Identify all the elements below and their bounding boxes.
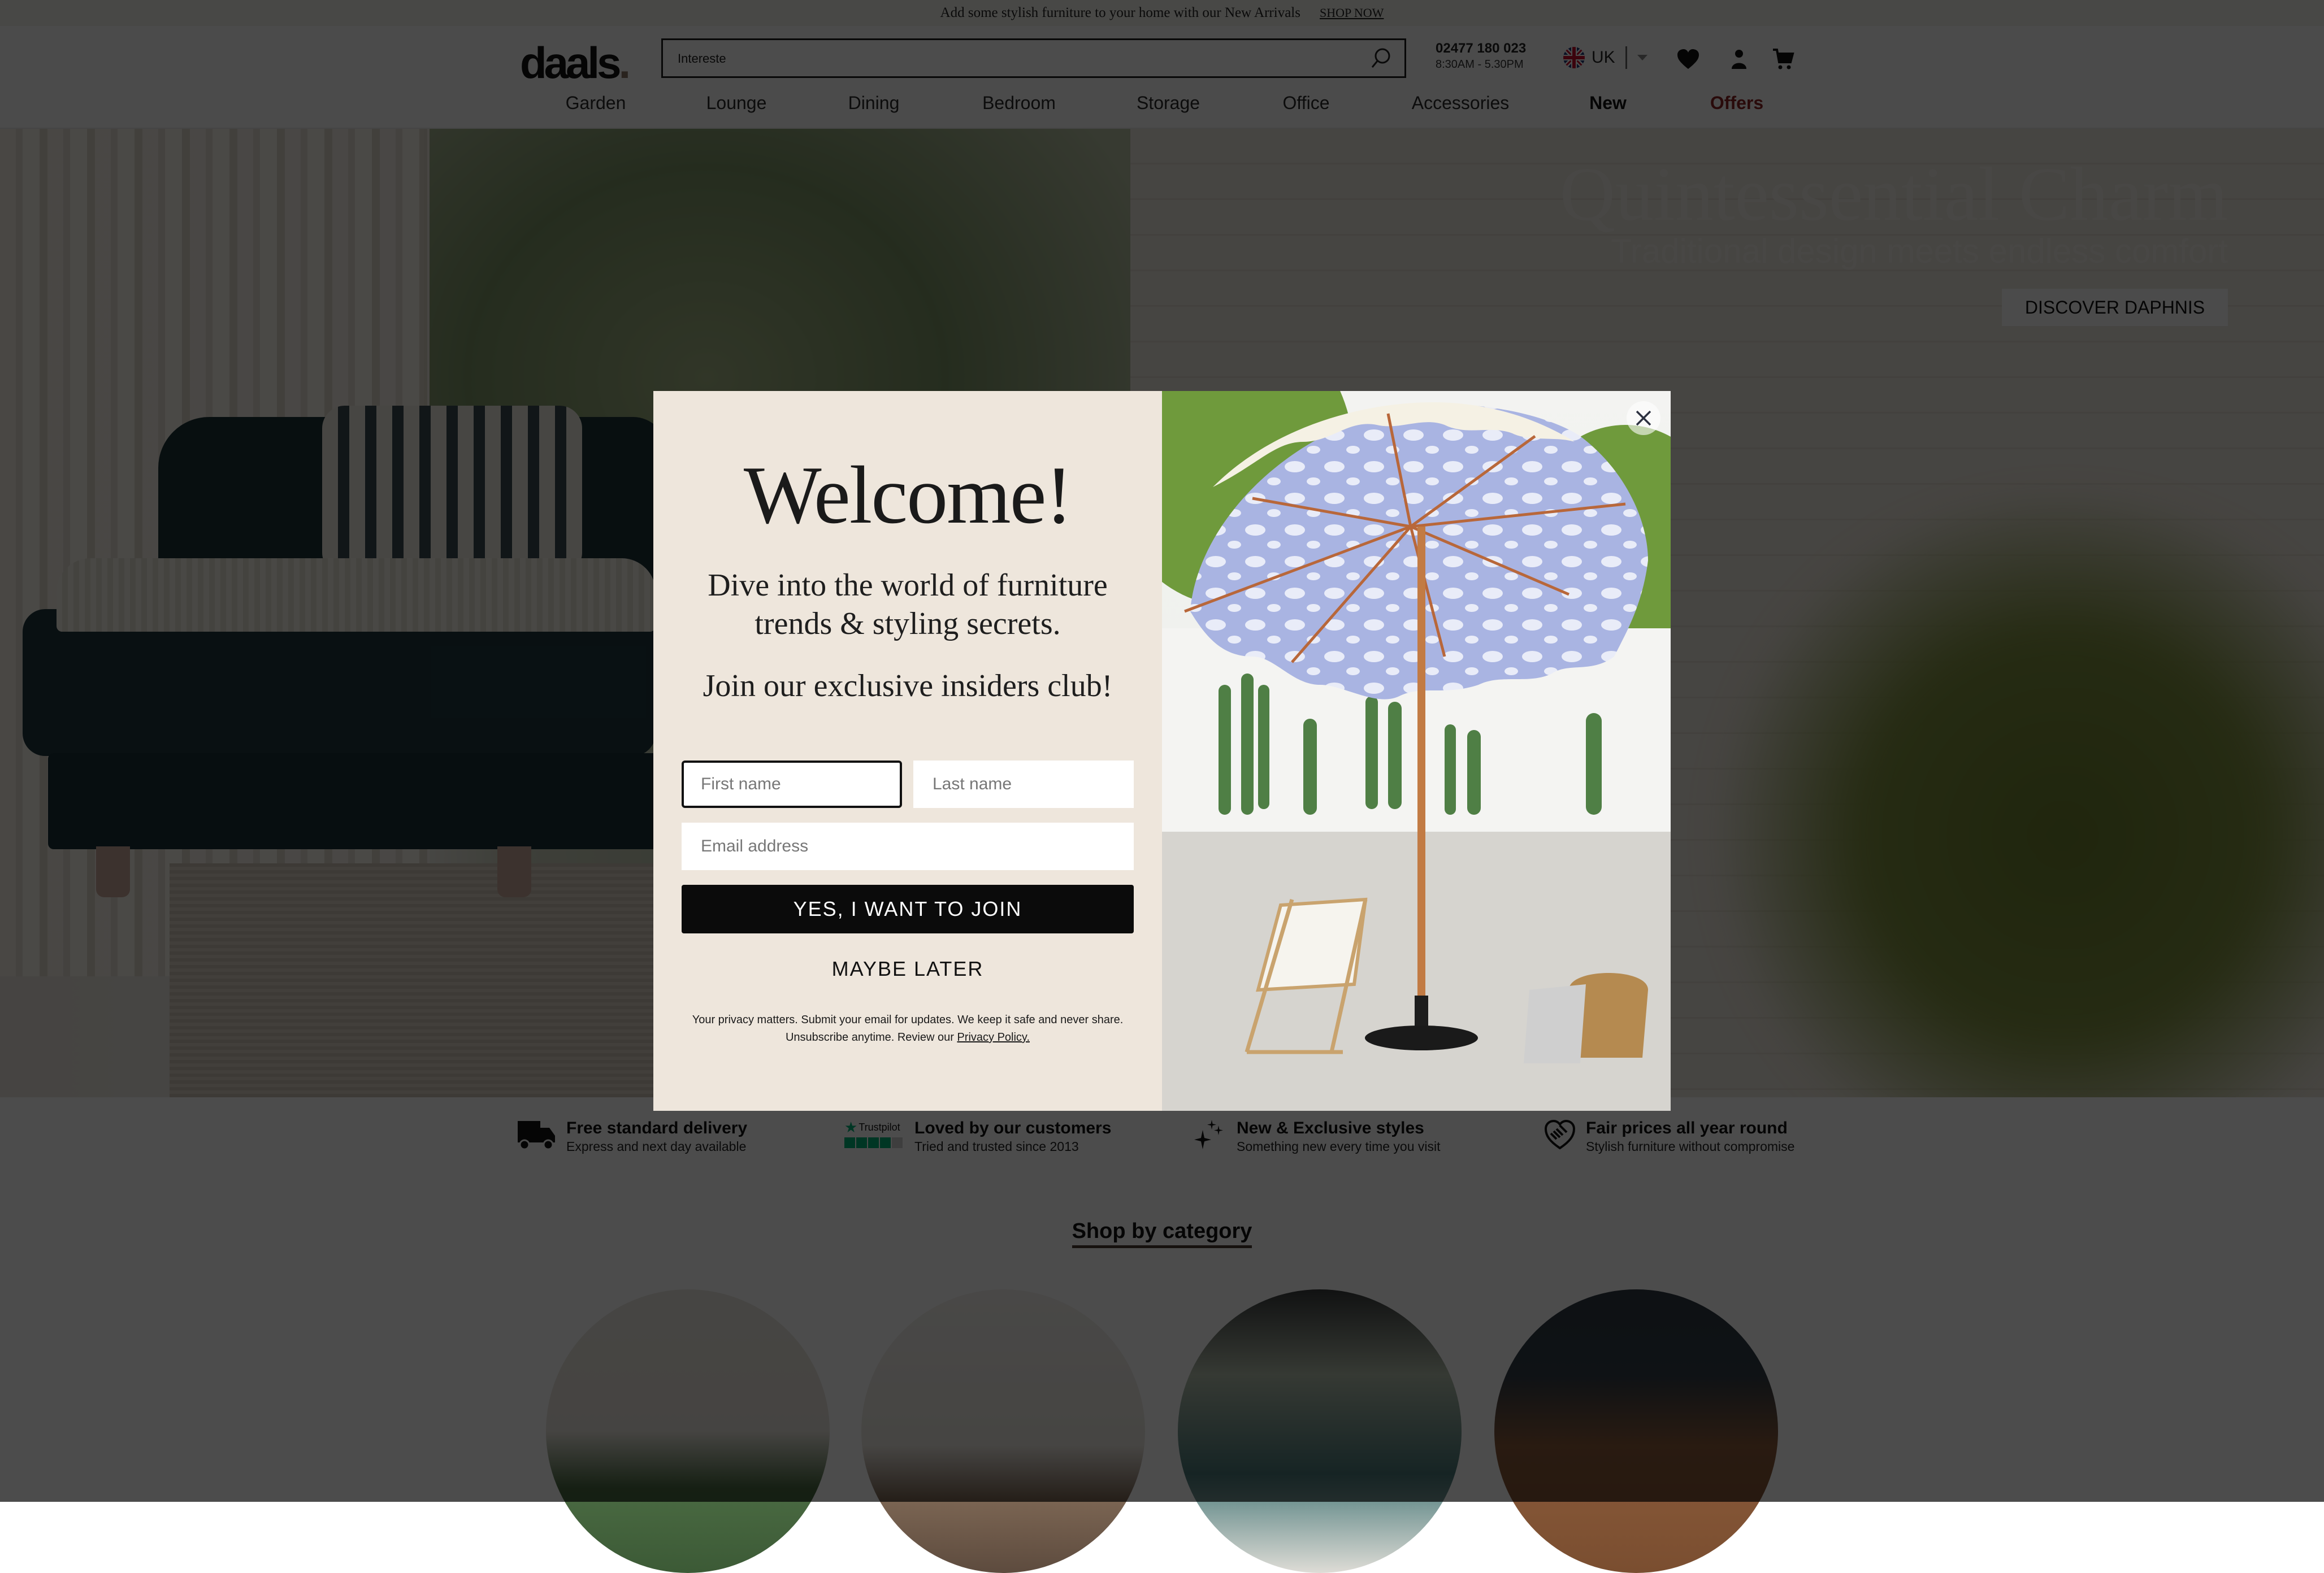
email-field[interactable] — [682, 823, 1134, 870]
umbrella-photo — [1162, 391, 1671, 1111]
modal-lead-line: Dive into the world of furniture — [708, 568, 1108, 603]
close-button[interactable] — [1627, 401, 1660, 435]
first-name-field[interactable] — [682, 761, 902, 808]
modal-lead-line: trends & styling secrets. — [755, 606, 1061, 641]
privacy-notice: Your privacy matters. Submit your email … — [682, 1011, 1134, 1046]
modal-image — [1162, 391, 1671, 1111]
last-name-field[interactable] — [913, 761, 1134, 808]
modal-heading: Welcome! — [743, 449, 1073, 541]
privacy-policy-link[interactable]: Privacy Policy. — [957, 1031, 1030, 1044]
privacy-text: Your privacy matters. Submit your email … — [692, 1014, 1124, 1044]
modal-form-panel: Welcome! Dive into the world of furnitur… — [653, 391, 1162, 1111]
modal-lead: Dive into the world of furniture trends … — [653, 566, 1162, 643]
page: Add some stylish furniture to your home … — [0, 0, 2324, 1573]
umbrella-pole — [1417, 527, 1425, 1024]
join-button[interactable]: YES, I WANT TO JOIN — [682, 885, 1134, 933]
patio — [1162, 832, 1671, 1111]
umbrella-base — [1365, 1026, 1478, 1050]
throw-blanket — [1524, 984, 1586, 1063]
maybe-later-button[interactable]: MAYBE LATER — [682, 945, 1134, 993]
close-icon — [1636, 410, 1651, 426]
modal-join-text: Join our exclusive insiders club! — [703, 668, 1113, 703]
newsletter-modal: Welcome! Dive into the world of furnitur… — [653, 391, 1671, 1111]
